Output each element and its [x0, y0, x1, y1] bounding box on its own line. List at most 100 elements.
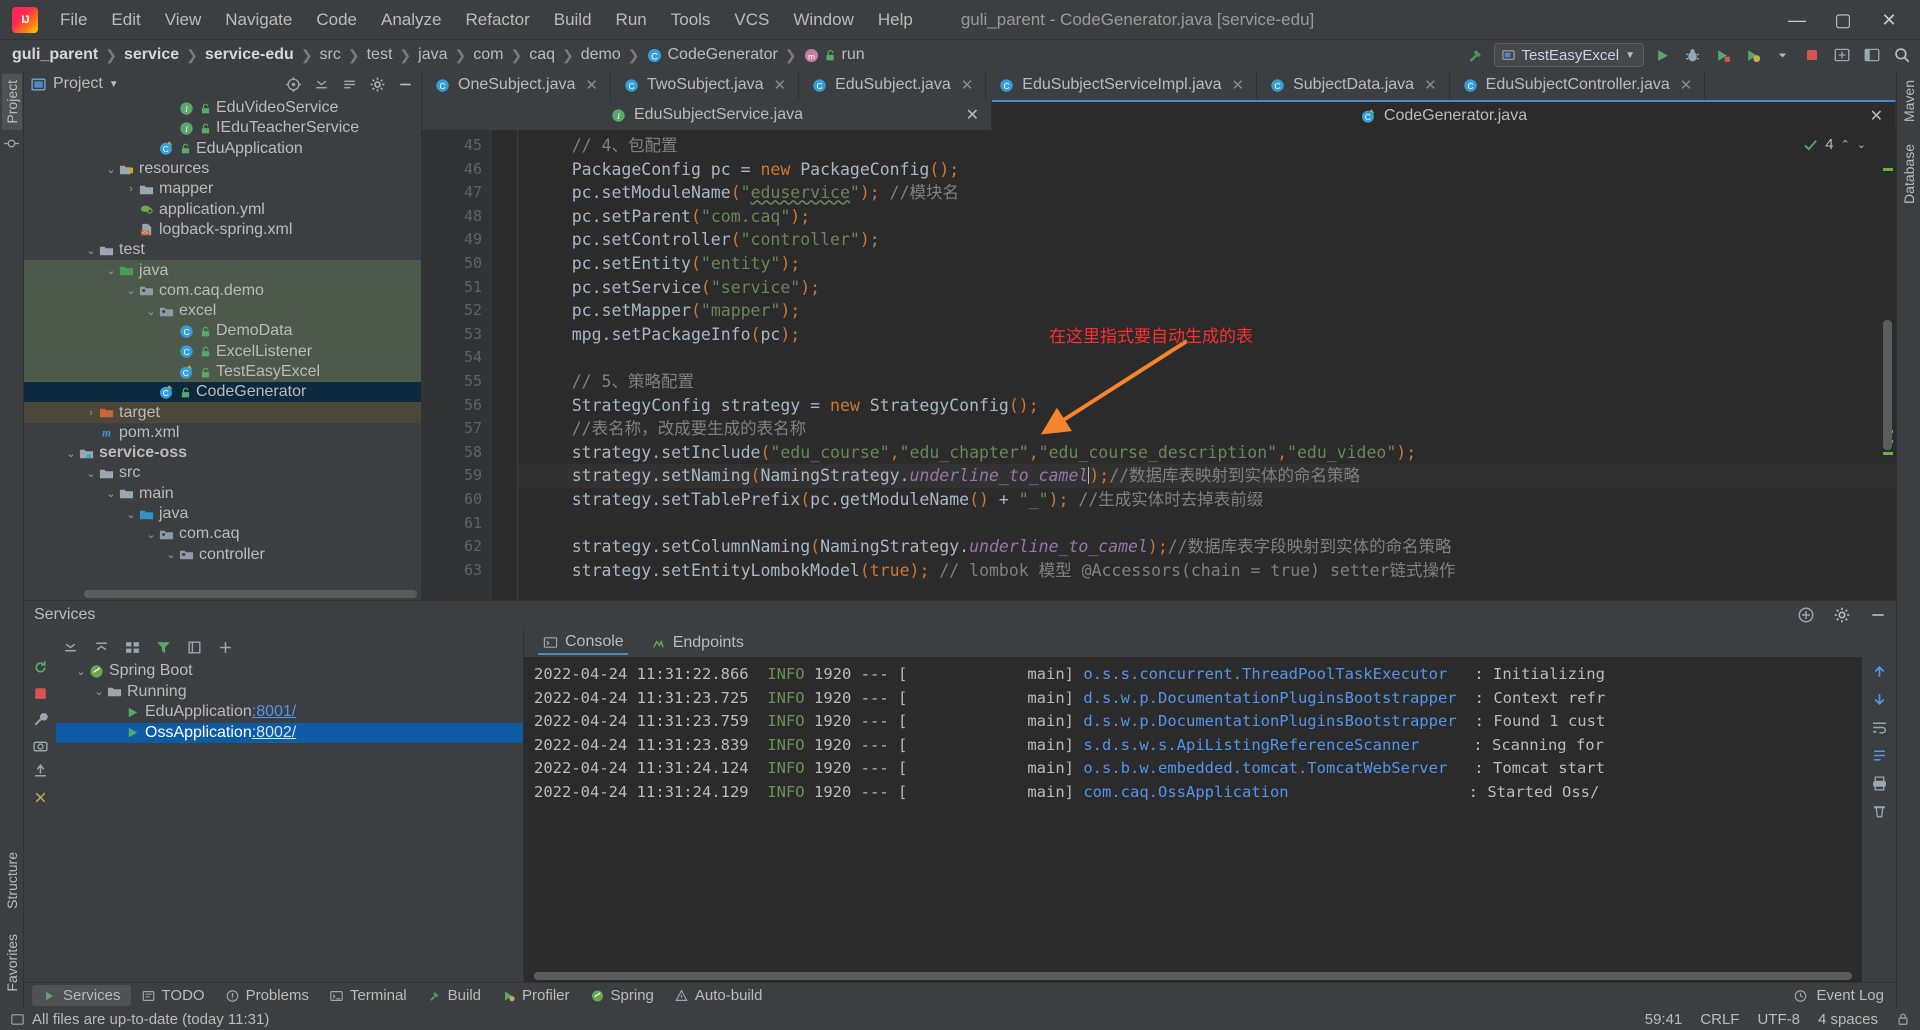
chevron-down-icon[interactable]: ⌄ — [104, 487, 118, 500]
rail-tab-project[interactable]: Project — [2, 74, 22, 130]
menu-item-file[interactable]: File — [48, 6, 99, 34]
chevron-down-icon[interactable]: ⌄ — [1857, 138, 1866, 151]
project-tree-item-com-caq-demo[interactable]: ⌄com.caq.demo — [24, 281, 421, 301]
breadcrumb-com[interactable]: com — [473, 46, 503, 64]
bottom-tab-build[interactable]: Build — [417, 985, 491, 1006]
chevron-down-icon[interactable] — [1770, 43, 1794, 67]
menu-item-run[interactable]: Run — [604, 6, 659, 34]
debug-icon[interactable] — [1680, 43, 1704, 67]
filter-icon[interactable] — [155, 639, 172, 656]
chevron-down-icon[interactable]: ⌄ — [104, 264, 118, 277]
service-port-link[interactable]: :8002/ — [252, 724, 296, 742]
lock-icon[interactable] — [1896, 1012, 1910, 1026]
close-button[interactable]: ✕ — [1866, 0, 1912, 40]
menu-item-edit[interactable]: Edit — [99, 6, 152, 34]
project-tree[interactable]: IEduVideoServiceIIEduTeacherServiceCEduA… — [24, 98, 421, 600]
indent-setting[interactable]: 4 spaces — [1818, 1011, 1878, 1028]
bottom-tab-auto-build[interactable]: Auto-build — [664, 985, 773, 1006]
editor-tab-twosubject-java[interactable]: CTwoSubject.java✕ — [611, 70, 799, 100]
project-tree-item-testeasyexcel[interactable]: CTestEasyExcel — [24, 362, 421, 382]
bottom-tool-tabs[interactable]: ServicesTODOProblemsTerminalBuildProfile… — [24, 982, 1896, 1008]
project-tree-item-src[interactable]: ⌄src — [24, 463, 421, 483]
editor-tab-subjectdata-java[interactable]: CSubjectData.java✕ — [1257, 70, 1450, 100]
breadcrumb-src[interactable]: src — [320, 46, 341, 64]
console-tab-bar[interactable]: ConsoleEndpoints — [524, 629, 1896, 657]
code-line-60[interactable]: strategy.setTablePrefix(pc.getModuleName… — [518, 488, 1896, 512]
project-tree-item-java[interactable]: ⌄java — [24, 504, 421, 524]
camera-icon[interactable] — [32, 737, 49, 754]
chevron-down-icon[interactable]: ⌄ — [144, 528, 158, 541]
updates-icon[interactable] — [1830, 43, 1854, 67]
editor-tab-codegenerator-java[interactable]: CCodeGenerator.java✕ — [992, 100, 1896, 130]
project-tree-item-pom-xml[interactable]: mpom.xml — [24, 423, 421, 443]
breadcrumb-test[interactable]: test — [367, 46, 393, 64]
chevron-down-icon[interactable]: ⌄ — [74, 665, 88, 678]
help-icon[interactable] — [32, 789, 49, 806]
editor-tab-row-1[interactable]: COneSubject.java✕CTwoSubject.java✕ CEduSu… — [422, 70, 1896, 100]
chevron-right-icon[interactable]: › — [84, 407, 98, 419]
line-separator[interactable]: CRLF — [1700, 1011, 1739, 1028]
services-tree-item-eduapplication[interactable]: EduApplication:8001/ — [56, 702, 523, 723]
chevron-down-icon[interactable]: ▼ — [1625, 50, 1635, 61]
inspection-widget[interactable]: 4 ⌃ ⌄ — [1803, 136, 1866, 153]
clear-icon[interactable] — [1871, 803, 1888, 820]
breadcrumb-codegenerator[interactable]: CodeGenerator — [668, 46, 778, 64]
breadcrumb-service-edu[interactable]: service-edu — [205, 46, 294, 64]
project-tree-item-java[interactable]: ⌄java — [24, 260, 421, 280]
chevron-down-icon[interactable]: ⌄ — [84, 244, 98, 257]
bottom-tab-spring[interactable]: Spring — [580, 985, 664, 1006]
close-tab-icon[interactable]: ✕ — [1232, 76, 1245, 94]
project-tree-item-target[interactable]: ›target — [24, 402, 421, 422]
settings-gear-icon[interactable] — [365, 72, 389, 96]
breadcrumb-service[interactable]: service — [124, 46, 179, 64]
console-output[interactable]: 2022-04-24 11:31:22.866 INFO 1920 --- [m… — [524, 657, 1862, 982]
locate-icon[interactable] — [281, 72, 305, 96]
menu-item-refactor[interactable]: Refactor — [453, 6, 541, 34]
project-tree-item-mapper[interactable]: ›mapper — [24, 179, 421, 199]
breadcrumb-demo[interactable]: demo — [581, 46, 621, 64]
bottom-tab-services[interactable]: Services — [32, 985, 131, 1006]
bottom-tab-terminal[interactable]: Terminal — [319, 985, 417, 1006]
code-line-59[interactable]: strategy.setNaming(NamingStrategy.underl… — [518, 464, 1896, 488]
chevron-down-icon[interactable]: ⌄ — [84, 467, 98, 480]
print-icon[interactable] — [1871, 775, 1888, 792]
menu-item-navigate[interactable]: Navigate — [213, 6, 304, 34]
coverage-icon[interactable] — [1710, 43, 1734, 67]
code-line-61[interactable] — [518, 512, 1896, 536]
close-tab-icon[interactable]: ✕ — [1424, 76, 1437, 94]
project-tree-item-demodata[interactable]: CDemoData — [24, 321, 421, 341]
code-line-62[interactable]: strategy.setColumnNaming(NamingStrategy.… — [518, 535, 1896, 559]
project-tree-item-excel[interactable]: ⌄excel — [24, 301, 421, 321]
soft-wrap-icon[interactable] — [1871, 719, 1888, 736]
project-tree-item-codegenerator[interactable]: CCodeGenerator — [24, 382, 421, 402]
expand-all-icon[interactable] — [62, 639, 79, 656]
editor-tab-onesubject-java[interactable]: COneSubject.java✕ — [422, 70, 611, 100]
breadcrumb-run[interactable]: run — [842, 46, 865, 64]
project-tree-item-test[interactable]: ⌄test — [24, 240, 421, 260]
code-line-55[interactable]: // 5、策略配置 — [518, 370, 1896, 394]
console-horizontal-scrollbar[interactable] — [534, 972, 1852, 980]
menu-item-window[interactable]: Window — [781, 6, 865, 34]
export-icon[interactable] — [32, 763, 49, 780]
editor-tab-edusubjectcontroller-java[interactable]: CEduSubjectController.java✕ — [1450, 70, 1706, 100]
collapse-all-icon[interactable] — [93, 639, 110, 656]
close-tab-icon[interactable]: ✕ — [961, 76, 974, 94]
settings-gear-icon[interactable] — [1830, 603, 1854, 627]
code-line-57[interactable]: //表名称，改成要生成的表名称 — [518, 417, 1896, 441]
code-line-51[interactable]: pc.setService("service"); — [518, 276, 1896, 300]
run-configuration-selector[interactable]: TestEasyExcel ▼ — [1494, 43, 1644, 67]
stop-icon[interactable] — [1800, 43, 1824, 67]
project-tree-item-eduapplication[interactable]: CEduApplication — [24, 139, 421, 159]
service-port-link[interactable]: :8001/ — [252, 703, 296, 721]
group-icon[interactable] — [124, 639, 141, 656]
services-tree-item-ossapplication[interactable]: OssApplication:8002/ — [56, 723, 523, 744]
project-tree-item-excellistener[interactable]: CExcelListener — [24, 342, 421, 362]
hide-icon[interactable] — [1866, 603, 1890, 627]
event-log-button[interactable]: Event Log — [1793, 987, 1896, 1004]
project-tree-item-application-yml[interactable]: application.yml — [24, 199, 421, 219]
project-tree-item-eduvideoservice[interactable]: IEduVideoService — [24, 98, 421, 118]
breadcrumb-guli-parent[interactable]: guli_parent — [12, 46, 98, 64]
expand-icon[interactable] — [309, 72, 333, 96]
collapse-icon[interactable] — [337, 72, 361, 96]
run-icon[interactable] — [1650, 43, 1674, 67]
